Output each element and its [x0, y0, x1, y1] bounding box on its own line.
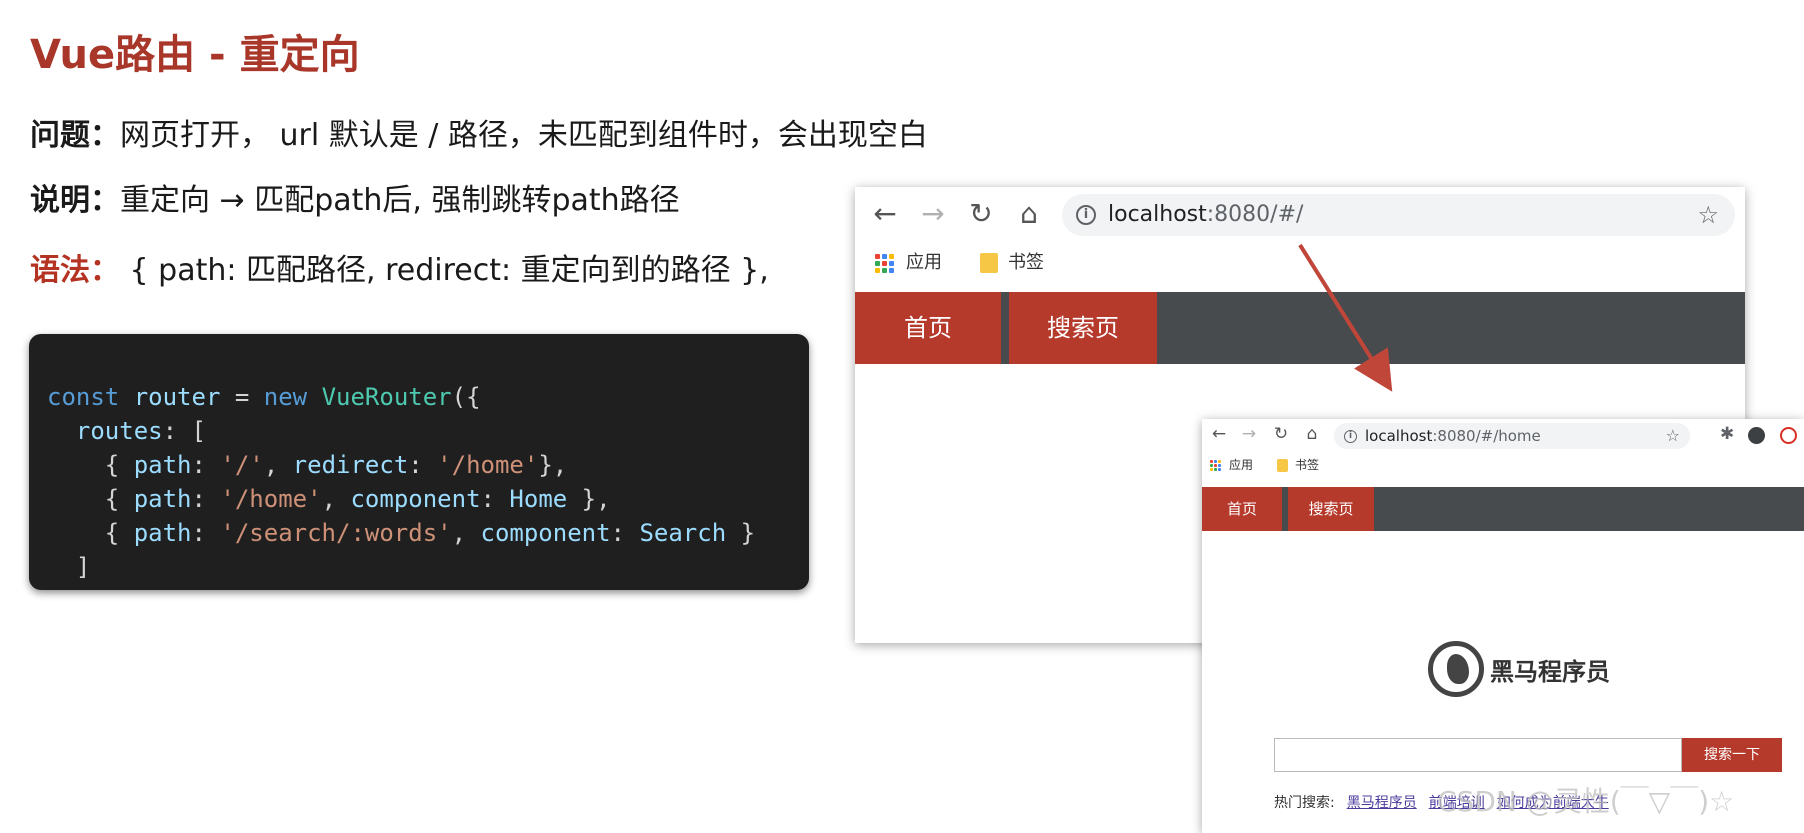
watermark: CSDN @灵性(￣▽￣)☆	[1437, 785, 1735, 818]
redirect-arrow	[1298, 243, 1393, 392]
